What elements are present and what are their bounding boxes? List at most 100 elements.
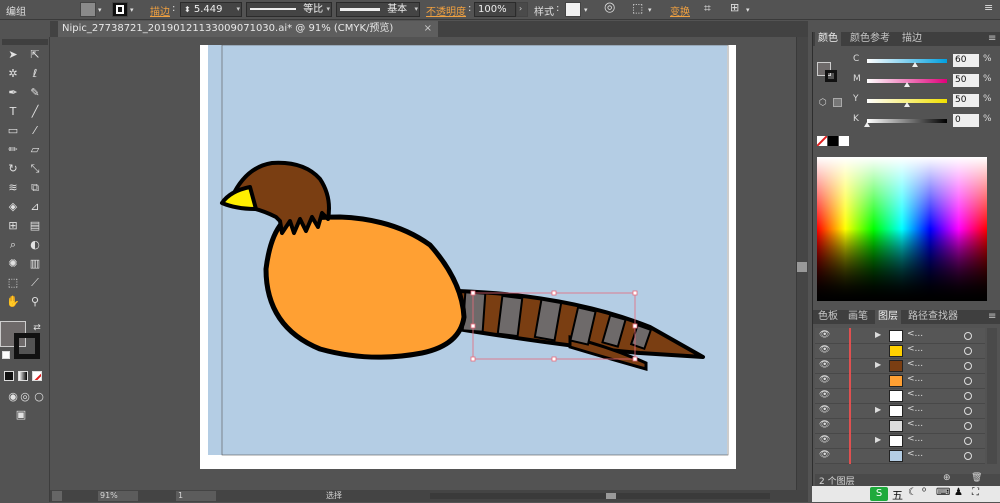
curvature-icon[interactable]: ✎ <box>26 85 44 101</box>
white-swatch[interactable] <box>839 136 849 146</box>
layer-row[interactable]: 👁 <... <box>815 373 985 389</box>
selection-handle[interactable] <box>632 290 638 296</box>
target-circle-icon[interactable] <box>964 422 972 430</box>
layer-name[interactable]: <... <box>907 389 923 399</box>
target-circle-icon[interactable] <box>964 377 972 385</box>
layer-row[interactable]: 👁 <... <box>815 343 985 359</box>
slider-c[interactable]: C 60% <box>853 54 1000 68</box>
arrange-dropdown-icon[interactable]: ▾ <box>746 6 750 14</box>
layer-row[interactable]: 👁 <... <box>815 418 985 434</box>
rotate-view-icon[interactable] <box>52 491 62 501</box>
visibility-eye-icon[interactable]: 👁 <box>819 360 830 370</box>
layer-name[interactable]: <... <box>907 374 923 384</box>
target-circle-icon[interactable] <box>964 452 972 460</box>
variable-width-profile[interactable]: 等比 ▾ <box>246 2 332 17</box>
zoom-icon[interactable]: ⚲ <box>26 294 44 310</box>
layer-row[interactable]: 👁 <... <box>815 388 985 404</box>
select-icon[interactable]: ➤ <box>4 47 22 63</box>
visibility-eye-icon[interactable]: 👁 <box>819 435 830 445</box>
target-circle-icon[interactable] <box>964 362 972 370</box>
target-circle-icon[interactable] <box>964 347 972 355</box>
expand-arrow-icon[interactable]: ▶ <box>875 435 881 444</box>
color-panel-menu-icon[interactable]: ≡ <box>985 32 999 46</box>
artwork-svg[interactable] <box>50 37 808 490</box>
visibility-eye-icon[interactable]: 👁 <box>819 375 830 385</box>
selection-handle[interactable] <box>632 356 638 362</box>
visibility-eye-icon[interactable]: 👁 <box>819 330 830 340</box>
blend-icon[interactable]: ◐ <box>26 237 44 253</box>
close-tab-icon[interactable]: × <box>424 21 432 37</box>
layer-name[interactable]: <... <box>907 359 923 369</box>
mesh-icon[interactable]: ⊞ <box>4 218 22 234</box>
layer-row[interactable]: 👁 ▶ <... <box>815 433 985 449</box>
draw-inside-icon[interactable]: ○ <box>30 389 48 405</box>
arrange-icon[interactable]: ⊞ <box>730 1 739 14</box>
layer-row[interactable]: 👁 ▶ <... <box>815 328 985 344</box>
slider-value-input[interactable]: 0 <box>953 114 979 127</box>
document-tab[interactable]: Nipic_27738721_20190121133009071030.ai* … <box>58 21 438 37</box>
screen-mode-icon[interactable]: ▣ <box>12 407 30 423</box>
visibility-eye-icon[interactable]: 👁 <box>819 450 830 460</box>
zoom-field[interactable]: 91% <box>98 491 138 501</box>
slider-knob[interactable] <box>904 102 910 107</box>
visibility-eye-icon[interactable]: 👁 <box>819 345 830 355</box>
black-swatch[interactable] <box>828 136 838 146</box>
lasso-icon[interactable]: ℓ <box>26 66 44 82</box>
gradient-mode-icon[interactable] <box>18 371 28 381</box>
selection-handle[interactable] <box>470 290 476 296</box>
slider-track[interactable] <box>867 119 947 123</box>
slice-icon[interactable]: ⟋ <box>26 275 44 291</box>
pen-icon[interactable]: ✒ <box>4 85 22 101</box>
perspective-icon[interactable]: ⊿ <box>26 199 44 215</box>
visibility-eye-icon[interactable]: 👁 <box>819 405 830 415</box>
selection-handle[interactable] <box>551 356 557 362</box>
visibility-eye-icon[interactable]: 👁 <box>819 390 830 400</box>
stroke-weight-dropdown-icon[interactable]: ▾ <box>236 3 240 16</box>
default-colors-icon[interactable] <box>2 351 10 359</box>
target-circle-icon[interactable] <box>964 407 972 415</box>
layers-panel-menu-icon[interactable]: ≡ <box>985 310 999 324</box>
style-dropdown-icon[interactable]: ▾ <box>584 6 588 14</box>
slider-m[interactable]: M 50% <box>853 74 1000 88</box>
gradient-icon[interactable]: ▤ <box>26 218 44 234</box>
magic-wand-icon[interactable]: ✲ <box>4 66 22 82</box>
stroke-weight-arrows[interactable]: ⬍ <box>184 5 191 14</box>
layer-row[interactable]: 👁 ▶ <... <box>815 403 985 419</box>
scale-icon[interactable]: ⤡ <box>26 161 44 177</box>
artboard-icon[interactable]: ⬚ <box>4 275 22 291</box>
brush-dropdown-icon[interactable]: ▾ <box>414 3 418 16</box>
stroke-dropdown-icon[interactable]: ▾ <box>130 6 134 14</box>
opacity-label[interactable]: 不透明度 <box>426 3 466 18</box>
expand-arrow-icon[interactable]: ▶ <box>875 330 881 339</box>
stroke-weight-input[interactable]: ⬍ 5.449 ▾ <box>180 2 242 17</box>
layer-name[interactable]: <... <box>907 404 923 414</box>
direct-select-icon[interactable]: ⇱ <box>26 47 44 63</box>
expand-arrow-icon[interactable]: ▶ <box>875 360 881 369</box>
tab-color-guide[interactable]: 颜色参考 <box>847 32 893 46</box>
opacity-input[interactable]: 100% <box>474 2 516 17</box>
tab-swatches[interactable]: 色板 <box>815 310 841 324</box>
layer-row[interactable]: 👁 <... <box>815 448 985 464</box>
tail-stripe[interactable] <box>496 294 524 338</box>
selection-handle[interactable] <box>632 323 638 329</box>
delete-layer-icon[interactable]: 🗑 <box>971 473 982 483</box>
fill-swatch[interactable] <box>80 2 96 17</box>
selection-handle[interactable] <box>470 356 476 362</box>
layer-name[interactable]: <... <box>907 329 923 339</box>
symbol-sprayer-icon[interactable]: ✺ <box>4 256 22 272</box>
slider-k[interactable]: K 0% <box>853 114 1000 128</box>
graphic-style-swatch[interactable] <box>565 2 581 17</box>
layer-name[interactable]: <... <box>907 419 923 429</box>
panel-menu-icon[interactable]: ≡ <box>984 1 993 14</box>
slider-value-input[interactable]: 50 <box>953 94 979 107</box>
tab-brushes[interactable]: 画笔 <box>845 310 871 324</box>
slider-value-input[interactable]: 60 <box>953 54 979 67</box>
panel-stroke-swatch[interactable] <box>825 70 837 82</box>
stroke-weight-label[interactable]: 描边 <box>150 3 170 18</box>
out-of-gamut-icon[interactable]: ⬡ <box>819 98 827 108</box>
tab-layers[interactable]: 图层 <box>875 310 901 324</box>
page-field[interactable]: 1 <box>176 491 216 501</box>
slider-track[interactable] <box>867 59 947 63</box>
vertical-scroll-thumb[interactable] <box>797 262 807 272</box>
fill-dropdown-icon[interactable]: ▾ <box>98 6 102 14</box>
